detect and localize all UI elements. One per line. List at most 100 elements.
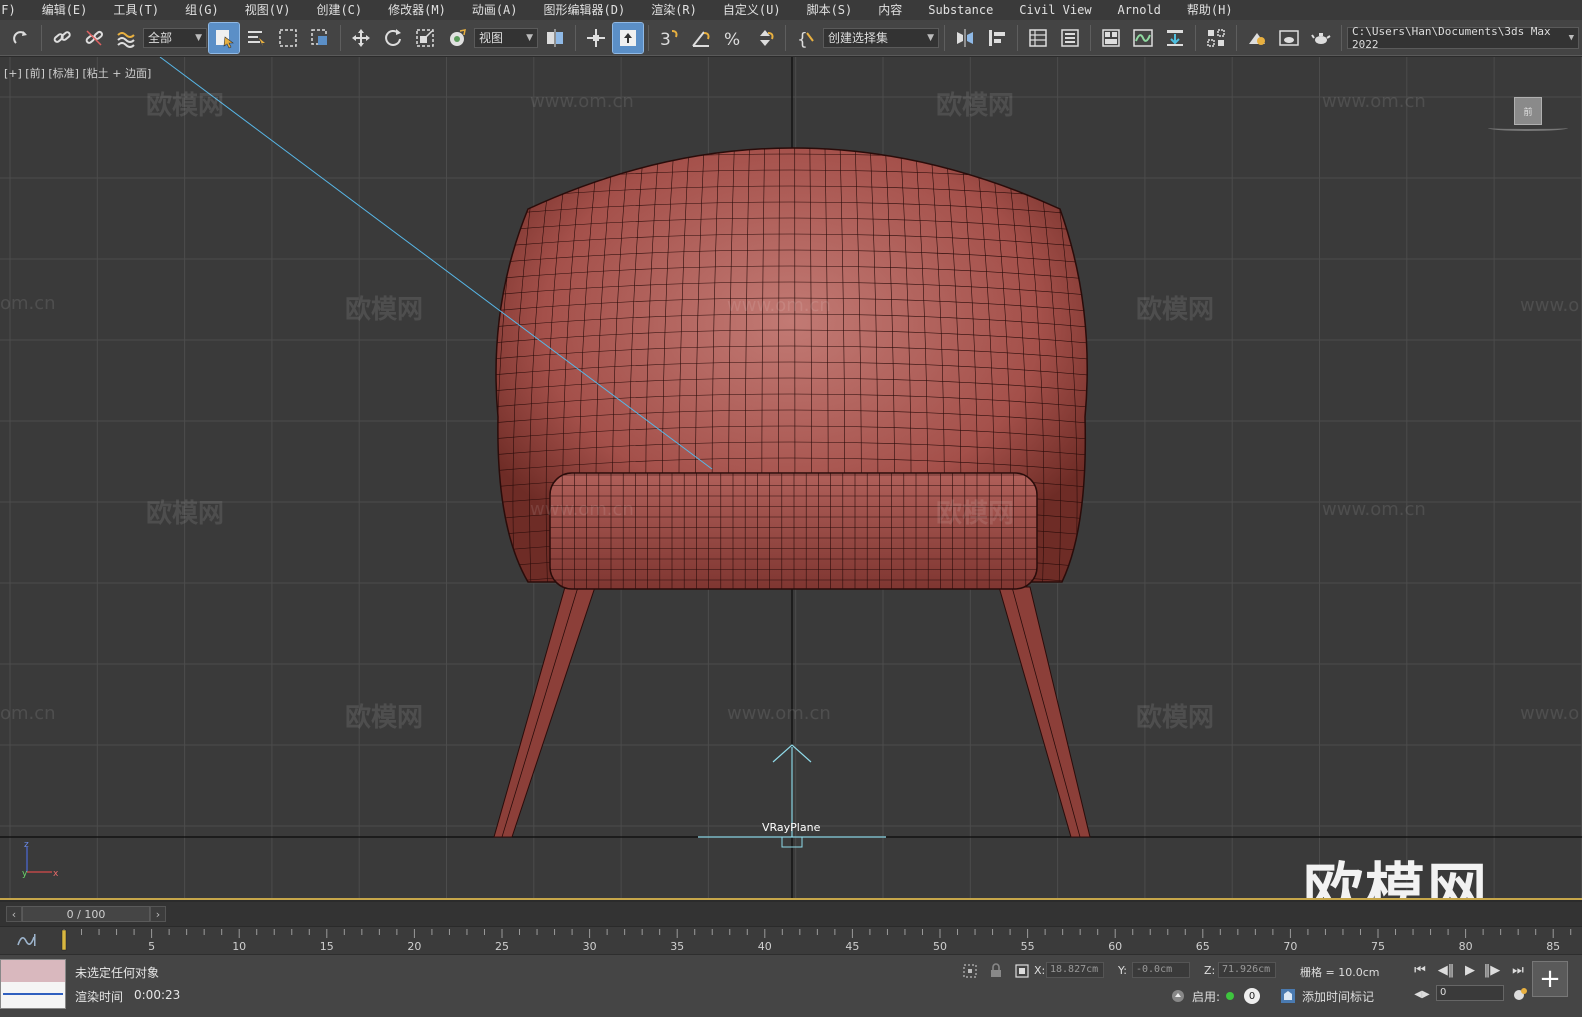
schematic-view-button[interactable] <box>1160 23 1190 53</box>
time-next-button[interactable]: › <box>150 906 166 922</box>
menu-item-7[interactable]: 动画(A) <box>459 0 531 20</box>
percent-snap-toggle[interactable]: % <box>718 23 748 53</box>
teapot-icon <box>1311 32 1331 44</box>
current-frame-marker[interactable] <box>61 929 67 951</box>
isolate-selection-icon[interactable] <box>962 963 978 979</box>
move-button[interactable] <box>346 23 376 53</box>
z-coord-field[interactable]: 71.926cm <box>1218 962 1276 978</box>
named-selection-dropdown[interactable]: 创建选择集 ▼ <box>823 27 939 48</box>
link-button[interactable] <box>47 23 77 53</box>
menu-item-13[interactable]: Substance <box>915 0 1006 20</box>
rect-select-region-button[interactable] <box>273 23 303 53</box>
bind-spacewarp-button[interactable] <box>111 23 141 53</box>
scene-explorer-button[interactable] <box>1023 23 1053 53</box>
enable-status-dot[interactable] <box>1226 992 1234 1000</box>
track-tick-label: 55 <box>1021 940 1035 953</box>
front-viewport[interactable]: z x y [+] [前] [标准] [粘土 + 边面] 欧模网 www.om.cn 欧… <box>0 57 1582 900</box>
track-bar[interactable]: 5 10 15 20 25 30 35 40 45 50 55 60 65 70 75 80 85 <box>0 926 1582 954</box>
align-button[interactable] <box>982 23 1012 53</box>
menu-item-14[interactable]: Civil View <box>1006 0 1104 20</box>
curve-icon <box>17 934 36 946</box>
selection-lock-icon[interactable] <box>988 963 1004 979</box>
next-frame-button[interactable]: ‖▶ <box>1482 961 1502 979</box>
render-production-button[interactable] <box>1306 23 1336 53</box>
go-to-start-button[interactable]: ⏮ <box>1410 961 1430 979</box>
watermark-6: www.om.cn <box>727 295 831 316</box>
window-crossing-button[interactable] <box>305 23 335 53</box>
previous-frame-button[interactable]: ◀‖ <box>1436 961 1456 979</box>
redo-button[interactable] <box>6 23 36 53</box>
menu-item-12[interactable]: 内容 <box>865 0 915 20</box>
set-key-button[interactable]: + <box>1532 961 1568 997</box>
menu-item-9[interactable]: 渲染(R) <box>638 0 710 20</box>
watermark-13: om.cn <box>0 703 56 724</box>
watermark-16: 欧模网 <box>1136 703 1215 733</box>
y-coord-label: Y: <box>1118 964 1127 977</box>
track-tick-label: 40 <box>758 940 772 953</box>
menu-item-11[interactable]: 脚本(S) <box>794 0 866 20</box>
select-cursor-icon <box>216 29 234 48</box>
curve-editor-button[interactable] <box>1128 23 1158 53</box>
menu-item-6[interactable]: 修改器(M) <box>375 0 459 20</box>
keyboard-shortcut-toggle[interactable] <box>612 21 644 54</box>
time-slider-thumb[interactable]: 0 / 100 <box>22 906 150 922</box>
menu-item-10[interactable]: 自定义(U) <box>710 0 794 20</box>
track-tick-label: 85 <box>1546 940 1560 953</box>
watermark-7: 欧模网 <box>1136 295 1215 325</box>
reference-coord-dropdown[interactable]: 视图 ▼ <box>474 27 538 48</box>
maxscript-mini-listener[interactable] <box>0 959 66 1009</box>
current-frame-field[interactable]: 0 <box>1436 985 1504 1001</box>
scale-button[interactable] <box>410 23 440 53</box>
layer-explorer-button[interactable] <box>1055 23 1085 53</box>
watermark-5: 欧模网 <box>345 295 424 325</box>
menu-item-15[interactable]: Arnold <box>1105 0 1174 20</box>
menu-item-8[interactable]: 图形编辑器(D) <box>531 0 639 20</box>
adaptive-degradation-icon[interactable] <box>1170 988 1186 1004</box>
frame-spinner-arrows[interactable]: ◀▶ <box>1412 985 1432 1003</box>
y-coord-field[interactable]: -0.0cm <box>1132 962 1190 978</box>
spinner-snap-toggle[interactable] <box>750 23 780 53</box>
play-button[interactable]: ▶ <box>1460 961 1480 979</box>
watermark-17: www.o <box>1520 703 1580 724</box>
mirror-button[interactable] <box>950 23 980 53</box>
select-by-name-button[interactable] <box>241 23 271 53</box>
go-to-end-button[interactable]: ⏭ <box>1508 961 1528 979</box>
ribbon-toggle-button[interactable] <box>1096 23 1126 53</box>
time-tag-icon[interactable] <box>1280 988 1296 1004</box>
viewcube-ring[interactable] <box>1488 125 1568 131</box>
angle-snap-toggle[interactable] <box>686 23 716 53</box>
enable-label: 启用: <box>1192 990 1221 1004</box>
x-coord-field[interactable]: 18.827cm <box>1046 962 1104 978</box>
unlink-button[interactable] <box>79 23 109 53</box>
selection-filter-dropdown[interactable]: 全部 ▼ <box>143 27 207 48</box>
time-slider[interactable]: ‹ 0 / 100 › <box>0 902 1582 926</box>
select-manipulate-button[interactable] <box>581 23 611 53</box>
menu-item-16[interactable]: 帮助(H) <box>1174 0 1246 20</box>
rendered-frame-window-button[interactable] <box>1274 23 1304 53</box>
menu-item-2[interactable]: 工具(T) <box>100 0 172 20</box>
rotate-button[interactable] <box>378 23 408 53</box>
menu-item-5[interactable]: 创建(C) <box>303 0 375 20</box>
edit-named-selection-button[interactable]: { <box>791 23 821 53</box>
absolute-mode-icon[interactable] <box>1014 963 1030 979</box>
menu-item-1[interactable]: 编辑(E) <box>29 0 101 20</box>
select-object-button[interactable] <box>208 21 240 54</box>
menu-item-0[interactable]: (F) <box>0 0 29 20</box>
pivot-center-button[interactable] <box>540 23 570 53</box>
skip-forward-icon: ⏭ <box>1512 962 1524 978</box>
viewcube[interactable]: 前 <box>1514 97 1542 125</box>
project-path-field[interactable]: C:\Users\Han\Documents\3ds Max 2022 ▼ <box>1347 25 1579 51</box>
enable-count-badge[interactable]: 0 <box>1244 988 1260 1004</box>
add-time-tag-button[interactable]: 添加时间标记 <box>1302 988 1374 1005</box>
time-prev-button[interactable]: ‹ <box>6 906 22 922</box>
render-setup-button[interactable] <box>1242 23 1272 53</box>
viewport-label[interactable]: [+] [前] [标准] [粘土 + 边面] <box>4 65 151 81</box>
material-editor-button[interactable] <box>1201 23 1231 53</box>
menu-item-4[interactable]: 视图(V) <box>232 0 304 20</box>
axis-y-label: y <box>22 869 28 879</box>
menu-item-3[interactable]: 组(G) <box>172 0 232 20</box>
time-config-icon[interactable] <box>1512 986 1528 1002</box>
snaps-toggle[interactable]: 3 <box>654 23 684 53</box>
place-button[interactable] <box>442 23 472 53</box>
mini-curve-editor-button[interactable] <box>16 931 40 949</box>
